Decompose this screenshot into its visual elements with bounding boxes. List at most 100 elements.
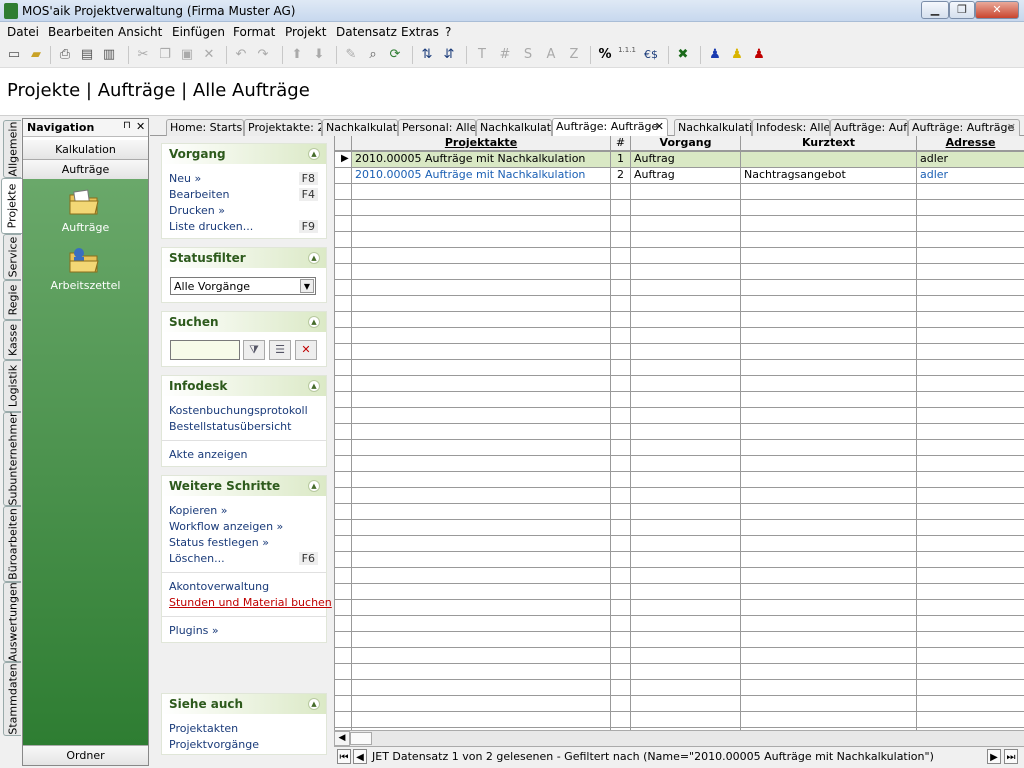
side-tab-allgemein[interactable]: Allgemein <box>3 120 21 178</box>
z-icon[interactable]: Z <box>565 46 583 64</box>
print-preview-icon[interactable]: ▤ <box>78 46 96 64</box>
link-stunden-material-buchen[interactable]: Stunden und Material buchen <box>169 596 332 609</box>
link-plugins[interactable]: Plugins » <box>169 624 219 637</box>
menu-bearbeiten[interactable]: Bearbeiten <box>48 25 114 39</box>
text-icon[interactable]: T <box>473 46 491 64</box>
column-header-projektakte[interactable]: Projektakte <box>352 136 611 151</box>
scroll-thumb[interactable] <box>350 732 372 745</box>
link-akontoverwaltung[interactable]: Akontoverwaltung <box>169 580 269 593</box>
search-input[interactable] <box>170 340 240 360</box>
group-title[interactable]: Vorgang <box>162 144 326 164</box>
a-icon[interactable]: A <box>542 46 560 64</box>
link-bearbeiten[interactable]: Bearbeiten <box>169 188 229 201</box>
sort-ascending-icon[interactable]: ⇅ <box>418 46 436 64</box>
group-title[interactable]: Infodesk <box>162 376 326 396</box>
doc-tab-nachkalkulation-1[interactable]: Nachkalkulatio <box>322 119 398 136</box>
table-row-2-nr[interactable]: 2 <box>611 167 630 183</box>
group-title[interactable]: Statusfilter <box>162 248 326 268</box>
table-row-1-kurztext[interactable] <box>741 151 916 167</box>
nav-button-auftraege[interactable]: Aufträge <box>23 160 148 180</box>
filter-clear-icon[interactable]: ✕ <box>295 340 317 360</box>
link-projektvorgaenge[interactable]: Projektvorgänge <box>169 738 259 751</box>
menu-projekt[interactable]: Projekt <box>285 25 326 39</box>
link-liste-drucken[interactable]: Liste drucken... <box>169 220 253 233</box>
menu-datensatz[interactable]: Datensatz <box>336 25 397 39</box>
table-row-1-projektakte[interactable]: 2010.00005 Aufträge mit Nachkalkulation <box>352 151 610 167</box>
table-row-1-nr[interactable]: 1 <box>611 151 630 167</box>
link-projektakten[interactable]: Projektakten <box>169 722 238 735</box>
group-title[interactable]: Suchen <box>162 312 326 332</box>
link-workflow-anzeigen[interactable]: Workflow anzeigen » <box>169 520 283 533</box>
auftraege-folder-icon[interactable] <box>67 187 101 217</box>
group-title[interactable]: Siehe auch <box>162 694 326 714</box>
refresh-icon[interactable]: ⟳ <box>386 46 404 64</box>
nav-button-ordner[interactable]: Ordner <box>23 745 148 765</box>
menu-datei[interactable]: Datei <box>7 25 39 39</box>
nav-button-kalkulation[interactable]: Kalkulation <box>23 140 148 160</box>
close-window-button[interactable]: ✕ <box>975 1 1019 19</box>
open-folder-icon[interactable]: ▰ <box>27 46 45 64</box>
pin-icon[interactable]: ⊓ <box>123 120 131 131</box>
table-row-2-projektakte[interactable]: 2010.00005 Aufträge mit Nachkalkulation <box>352 167 610 183</box>
currency-icon[interactable]: €$ <box>642 46 660 64</box>
sort-descending-icon[interactable]: ⇵ <box>440 46 458 64</box>
collapse-icon[interactable]: ▲ <box>308 252 320 264</box>
doc-tab-nachkalkulation-3[interactable]: Nachkalkulatio <box>674 119 752 136</box>
move-up-icon[interactable]: ⬆ <box>288 46 306 64</box>
hash-icon[interactable]: # <box>496 46 514 64</box>
horizontal-scrollbar[interactable]: ◀ <box>334 730 1024 746</box>
table-row-2-adresse[interactable]: adler <box>917 167 1024 183</box>
doc-tab-home[interactable]: Home: Startse <box>166 119 244 136</box>
restore-button[interactable]: ❐ <box>949 1 975 19</box>
side-tab-auswertungen[interactable]: Auswertungen <box>3 582 21 662</box>
scroll-left-icon[interactable]: ◀ <box>334 731 350 746</box>
column-header-nr[interactable]: # <box>611 136 631 151</box>
statusfilter-select[interactable]: Alle Vorgänge ▼ <box>170 277 316 295</box>
group-title[interactable]: Weitere Schritte <box>162 476 326 496</box>
side-tab-service[interactable]: Service <box>3 234 21 280</box>
filter-list-icon[interactable]: ☰ <box>269 340 291 360</box>
find-icon[interactable]: ⌕ <box>364 46 382 64</box>
last-record-icon[interactable]: ⏭ <box>1004 749 1018 764</box>
link-status-festlegen[interactable]: Status festlegen » <box>169 536 269 549</box>
menu-help[interactable]: ? <box>445 25 451 39</box>
previous-record-icon[interactable]: ◀ <box>353 749 367 764</box>
table-row-1-adresse[interactable]: adler <box>917 151 1024 167</box>
navigation-close-icon[interactable]: ✕ <box>136 120 145 133</box>
move-down-icon[interactable]: ⬇ <box>310 46 328 64</box>
nav-item-arbeitszettel[interactable]: Arbeitszettel <box>23 279 148 292</box>
numbering-icon[interactable]: 1.1.1 <box>618 46 636 64</box>
delete-icon[interactable]: ✕ <box>200 46 218 64</box>
page-setup-icon[interactable]: ▥ <box>100 46 118 64</box>
tab-close-icon[interactable]: ✕ <box>1007 120 1016 135</box>
chevron-down-icon[interactable]: ▼ <box>300 279 314 293</box>
doc-tab-projektakte[interactable]: Projektakte: 2 <box>244 119 322 136</box>
filter-search-icon[interactable]: ⧩ <box>243 340 265 360</box>
link-drucken[interactable]: Drucken » <box>169 204 225 217</box>
side-tab-logistik[interactable]: Logistik <box>3 360 21 412</box>
column-header-kurztext[interactable]: Kurztext <box>741 136 917 151</box>
link-neu[interactable]: Neu » <box>169 172 201 185</box>
menu-format[interactable]: Format <box>233 25 275 39</box>
collapse-icon[interactable]: ▲ <box>308 698 320 710</box>
collapse-icon[interactable]: ▲ <box>308 380 320 392</box>
link-akte-anzeigen[interactable]: Akte anzeigen <box>169 448 248 461</box>
table-row-2-kurztext[interactable]: Nachtragsangebot <box>741 167 916 183</box>
side-tab-kasse[interactable]: Kasse <box>3 320 21 360</box>
link-kostenbuchungsprotokoll[interactable]: Kostenbuchungsprotokoll <box>169 404 308 417</box>
doc-tab-auftraege-3[interactable]: Aufträge: Aufträge ✕ <box>908 119 1020 136</box>
paste-icon[interactable]: ▣ <box>178 46 196 64</box>
arbeitszettel-folder-icon[interactable] <box>67 245 101 275</box>
copy-icon[interactable]: ❐ <box>156 46 174 64</box>
nav-item-auftraege[interactable]: Aufträge <box>23 221 148 234</box>
doc-tab-infodesk[interactable]: Infodesk: Alle <box>752 119 830 136</box>
doc-tab-auftraege-2[interactable]: Aufträge: Aufträ <box>830 119 908 136</box>
menu-extras[interactable]: Extras <box>401 25 439 39</box>
link-loeschen[interactable]: Löschen... <box>169 552 225 565</box>
edit-icon[interactable]: ✎ <box>342 46 360 64</box>
user-yellow-icon[interactable]: ♟ <box>728 46 746 64</box>
user-blue-icon[interactable]: ♟ <box>706 46 724 64</box>
s-icon[interactable]: S <box>519 46 537 64</box>
user-red-icon[interactable]: ♟ <box>750 46 768 64</box>
collapse-icon[interactable]: ▲ <box>308 316 320 328</box>
